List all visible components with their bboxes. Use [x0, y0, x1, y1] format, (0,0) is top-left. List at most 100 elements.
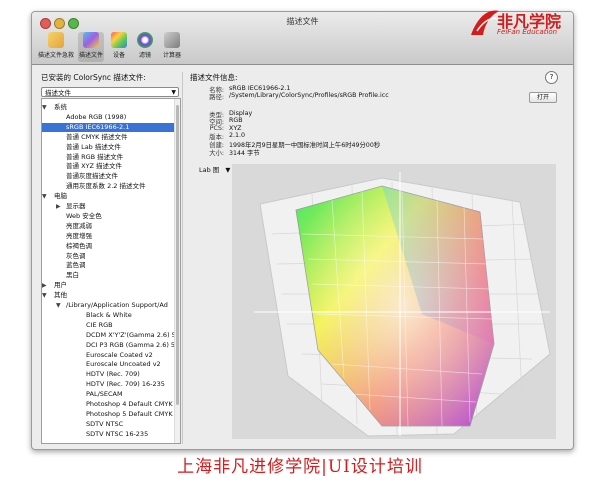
tree-row-label: 棕褐色调 — [66, 241, 92, 250]
installed-profiles-heading: 已安装的 ColorSync 描述文件: — [41, 73, 146, 82]
tree-row[interactable]: ▶ 显示器 — [42, 202, 174, 212]
tree-row-label: 亮度减弱 — [66, 221, 92, 230]
tree-row[interactable]: 亮度增强 — [42, 232, 174, 242]
tree-row[interactable]: Photoshop 5 Default CMYK — [42, 410, 174, 420]
profile-info-heading: 描述文件信息: — [190, 73, 238, 82]
tree-row-label: Euroscale Uncoated v2 — [86, 360, 161, 369]
tree-row[interactable]: 通用灰度系数 2.2 描述文件 — [42, 182, 174, 192]
tree-row[interactable]: 普通 Lab 描述文件 — [42, 143, 174, 153]
open-button[interactable]: 打开 — [529, 92, 557, 103]
scrollbar-thumb[interactable] — [176, 105, 179, 405]
tree-row[interactable]: Web 安全色 — [42, 212, 174, 222]
tree-row-label: 亮度增强 — [66, 231, 92, 240]
tool-label: 描述文件急救 — [37, 52, 74, 59]
tree-row[interactable]: 亮度减弱 — [42, 222, 174, 232]
tree-row[interactable]: 蓝色调 — [42, 261, 174, 271]
tree-row[interactable]: 黑白 — [42, 271, 174, 281]
tree-row[interactable]: 普通 XYZ 描述文件 — [42, 162, 174, 172]
tree-row[interactable]: 普通 RGB 描述文件 — [42, 153, 174, 163]
tree-row-label: SDTV NTSC — [86, 419, 124, 428]
tree-row-label: Black & White — [86, 310, 132, 319]
tree-row-label: 系统 — [54, 103, 67, 111]
disclosure-closed-icon[interactable]: ▶ — [56, 202, 61, 212]
tree-row[interactable]: ▼ 其他 — [42, 291, 174, 301]
tree-row-label: sRGB IEC61966-2.1 — [66, 122, 130, 131]
tree-row-label: 其他 — [54, 291, 67, 300]
tree-row[interactable]: ▶ 用户 — [42, 281, 174, 291]
devices-icon — [111, 32, 127, 48]
disclosure-open-icon[interactable]: ▼ — [42, 291, 47, 301]
tree-row[interactable]: 灰色调 — [42, 252, 174, 262]
disclosure-closed-icon[interactable]: ▶ — [42, 281, 47, 291]
tree-row[interactable]: Euroscale Coated v2 — [42, 351, 174, 361]
info-value: XYZ — [229, 125, 242, 132]
disclosure-open-icon[interactable]: ▼ — [42, 192, 47, 202]
tree-row-label: Web 安全色 — [66, 211, 102, 220]
tree-row[interactable]: ▼ 系统 — [42, 103, 174, 113]
tree-row[interactable]: PAL/SECAM — [42, 390, 174, 400]
tool-label: 计算器 — [162, 52, 181, 59]
tool-profile-first-aid[interactable]: 描述文件急救 — [37, 32, 75, 62]
tool-label: 设备 — [112, 52, 125, 59]
tree-row[interactable]: Black & White — [42, 311, 174, 321]
tree-row[interactable]: SDTV NTSC 16-235 — [42, 430, 174, 440]
tree-row-label: 普通 CMYK 描述文件 — [66, 132, 128, 141]
info-value: sRGB IEC61966-2.1 — [229, 85, 291, 92]
tree-scrollbar[interactable] — [174, 99, 180, 443]
tree-row[interactable]: HDTV (Rec. 709) — [42, 370, 174, 380]
tool-profiles[interactable]: 描述文件 — [78, 32, 104, 62]
info-value: RGB — [229, 117, 243, 124]
help-button[interactable]: ? — [545, 71, 558, 84]
tree-row-label: HDTV (Rec. 709) — [86, 370, 140, 379]
tree-row[interactable]: Photoshop 4 Default CMYK — [42, 400, 174, 410]
tree-row-label: 蓝色调 — [66, 261, 86, 270]
disclosure-open-icon[interactable]: ▼ — [56, 301, 61, 311]
tree-row-label: Photoshop 5 Default CMYK — [86, 409, 173, 418]
tree-row[interactable]: DCI P3 RGB (Gamma 2.6) 5900 — [42, 341, 174, 351]
tool-calculator[interactable]: 计算器 — [159, 32, 185, 62]
tree-row-label: Adobe RGB (1998) — [66, 112, 127, 121]
chevron-down-icon: ▼ — [225, 166, 231, 174]
tree-row-label: 普通 RGB 描述文件 — [66, 152, 124, 161]
tree-row[interactable]: 普通 CMYK 描述文件 — [42, 133, 174, 143]
tree-row[interactable]: Euroscale Uncoated v2 — [42, 360, 174, 370]
tree-row[interactable]: 棕褐色调 — [42, 242, 174, 252]
info-key: 大小: — [209, 150, 224, 157]
plot-mode-label: Lab 图 — [199, 166, 220, 174]
filters-icon — [137, 32, 153, 48]
tree-row[interactable]: sRGB IEC61966-2.1 — [42, 122, 174, 133]
tool-label: 描述文件 — [78, 52, 103, 59]
gamut-plot[interactable] — [232, 164, 556, 439]
gamut-plot-graphic — [254, 172, 551, 437]
tree-row[interactable]: HDTV (Rec. 709) 16-235 — [42, 380, 174, 390]
info-key: 路径: — [209, 94, 224, 101]
tree-row-label: Euroscale Coated v2 — [86, 350, 153, 359]
tree-row[interactable]: 普通灰度描述文件 — [42, 172, 174, 182]
profile-group-popup[interactable]: 描述文件 ▼ — [41, 87, 179, 97]
tree-row[interactable]: ▼ /Library/Application Support/Ad — [42, 301, 174, 311]
tree-row-label: SDTV NTSC 16-235 — [86, 429, 149, 438]
tree-row-label: 普通 Lab 描述文件 — [66, 142, 121, 151]
split-divider[interactable] — [182, 72, 183, 444]
first-aid-icon — [48, 32, 64, 48]
tree-row-label: DCI P3 RGB (Gamma 2.6) 5900 — [86, 340, 174, 349]
promo-banner: 上海非凡进修学院|UI设计培训 — [177, 457, 423, 477]
tree-row-label: 普通 XYZ 描述文件 — [66, 162, 123, 171]
colorsync-window: 描述文件 描述文件急救 描述文件 设备 滤镜 计算器 已安装的 ColorSyn… — [31, 11, 574, 450]
tree-row[interactable]: CIE RGB — [42, 321, 174, 331]
tree-row-label: 显示器 — [66, 202, 86, 210]
tree-row[interactable]: Adobe RGB (1998) — [42, 113, 174, 123]
popup-arrows-icon: ▼ — [171, 89, 176, 96]
tree-row[interactable]: ▼ 电脑 — [42, 192, 174, 202]
tool-filters[interactable]: 滤镜 — [133, 32, 157, 62]
brand-sub: FeiFan Education — [497, 28, 558, 36]
disclosure-open-icon[interactable]: ▼ — [42, 103, 47, 113]
tool-devices[interactable]: 设备 — [107, 32, 131, 62]
plot-mode-popup[interactable]: Lab 图 ▼ — [199, 164, 230, 174]
tree-row[interactable]: DCDM X'Y'Z'(Gamma 2.6) 5900 — [42, 331, 174, 341]
popup-value: 描述文件 — [45, 89, 71, 97]
tree-row-label: /Library/Application Support/Ad — [66, 301, 168, 309]
profile-tree[interactable]: ▼ 系统 Adobe RGB (1998) sRGB IEC61966-2.1 普通 C… — [41, 98, 181, 444]
tool-label: 滤镜 — [138, 52, 151, 59]
tree-row[interactable]: SDTV NTSC — [42, 420, 174, 430]
